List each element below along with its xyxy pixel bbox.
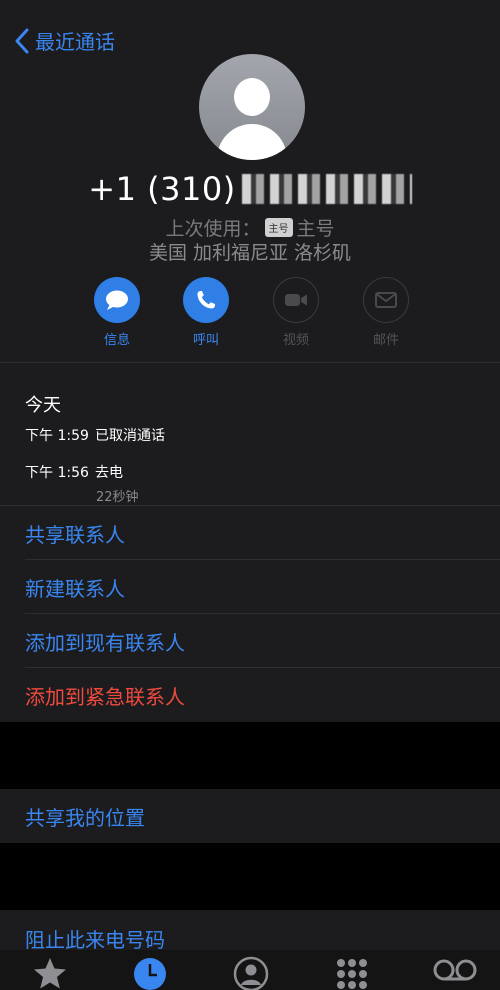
- message-button[interactable]: 信息: [82, 277, 152, 348]
- star-icon: [34, 958, 66, 989]
- clock-icon: [134, 958, 166, 990]
- history-heading: 今天: [25, 395, 61, 416]
- message-label: 信息: [103, 333, 130, 348]
- mail-button[interactable]: 邮件: [351, 277, 421, 348]
- call-button[interactable]: 呼叫: [171, 277, 241, 348]
- call-history-row: 下午 1:56 去电 22秒钟: [25, 462, 139, 505]
- mail-icon: [375, 292, 397, 308]
- message-icon: [106, 290, 128, 310]
- block-caller-button[interactable]: 阻止此来电号码: [0, 910, 500, 952]
- call-duration: 22秒钟: [96, 490, 139, 505]
- tab-favorites[interactable]: [32, 956, 68, 990]
- call-history-row: 下午 1:59 已取消通话: [25, 425, 165, 445]
- tab-bar: [0, 950, 500, 990]
- phone-icon: [197, 291, 215, 309]
- call-time: 下午 1:56: [25, 465, 89, 481]
- new-contact-button[interactable]: 新建联系人: [0, 560, 500, 614]
- chevron-left-icon: [15, 28, 29, 53]
- divider: [0, 362, 500, 363]
- call-label: 呼叫: [192, 333, 219, 348]
- avatar: [199, 54, 305, 160]
- number-location: 美国 加利福尼亚 洛杉矶: [148, 242, 352, 264]
- last-used-line: 上次使用： 主号 主号: [165, 218, 335, 240]
- tab-contacts[interactable]: [233, 956, 269, 990]
- video-button[interactable]: 视频: [261, 277, 331, 348]
- redacted-digits: [241, 174, 412, 204]
- video-icon: [285, 294, 307, 306]
- sim-tag: 主号: [264, 218, 293, 237]
- share-contact-button[interactable]: 共享联系人: [0, 506, 500, 560]
- call-status: 去电: [95, 465, 123, 481]
- mail-label: 邮件: [372, 333, 399, 348]
- back-label: 最近通话: [35, 30, 115, 54]
- tab-recents[interactable]: [132, 956, 168, 990]
- keypad-icon: [337, 959, 367, 989]
- phone-number: +1 (310): [0, 170, 500, 208]
- video-label: 视频: [282, 333, 309, 348]
- back-button[interactable]: 最近通话: [14, 26, 115, 55]
- call-time: 下午 1:59: [25, 428, 89, 444]
- call-status: 已取消通话: [95, 428, 165, 444]
- sim-name: 主号: [296, 218, 335, 240]
- add-emergency-contact-button[interactable]: 添加到紧急联系人: [0, 668, 500, 722]
- tab-keypad[interactable]: [334, 956, 370, 990]
- add-to-existing-contact-button[interactable]: 添加到现有联系人: [0, 614, 500, 668]
- voicemail-icon: [433, 959, 477, 981]
- tab-voicemail[interactable]: [432, 956, 478, 990]
- person-icon: [233, 956, 269, 990]
- share-location-button[interactable]: 共享我的位置: [0, 789, 500, 843]
